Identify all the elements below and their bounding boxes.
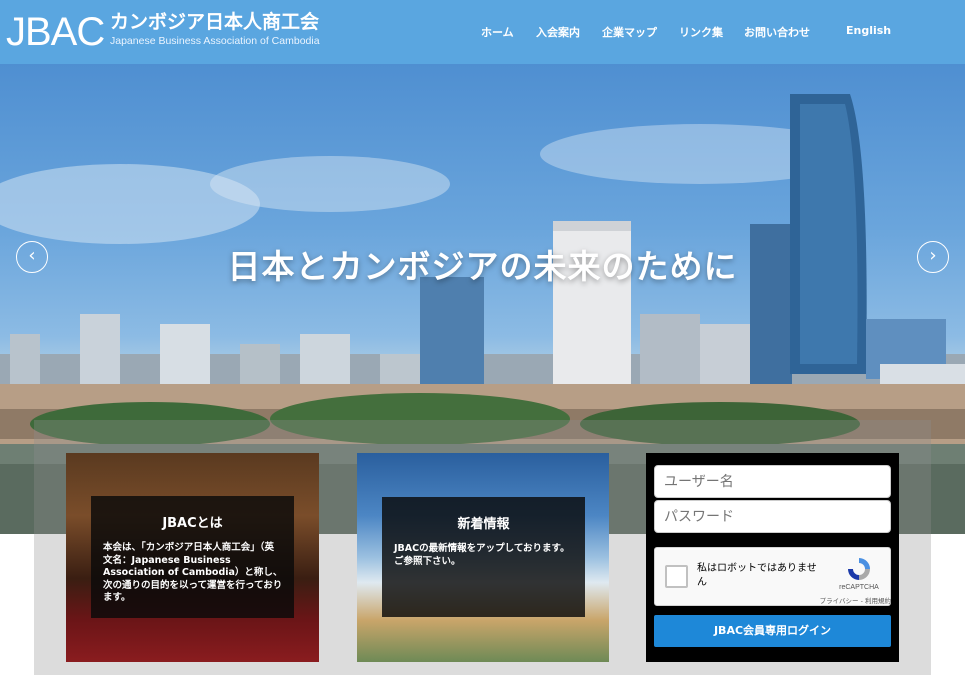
site-header: JBAC カンボジア日本人商工会 Japanese Business Assoc…: [0, 0, 965, 64]
news-card-overlay: 新着情報 JBACの最新情報をアップしております。ご参照下さい。: [382, 497, 585, 617]
about-card-overlay: JBACとは 本会は、「カンボジア日本人商工会」（英文名：Japanese Bu…: [91, 496, 294, 618]
recaptcha-logo-icon: [848, 558, 870, 580]
username-input[interactable]: [654, 465, 891, 498]
main-nav: ホーム 入会案内 企業マップ リンク集 お問い合わせ English: [0, 24, 965, 42]
recaptcha-widget: 私はロボットではありません reCAPTCHA プライバシー - 利用規約: [654, 547, 891, 606]
member-login-panel: 私はロボットではありません reCAPTCHA プライバシー - 利用規約 JB…: [646, 453, 899, 662]
news-card-text: JBACの最新情報をアップしております。ご参照下さい。: [394, 543, 570, 567]
member-login-button[interactable]: JBAC会員専用ログイン: [654, 615, 891, 647]
nav-membership[interactable]: 入会案内: [536, 24, 580, 40]
about-card-text: 本会は、「カンボジア日本人商工会」（英文名：Japanese Business …: [103, 542, 283, 603]
password-input[interactable]: [654, 500, 891, 533]
slider-prev-button[interactable]: ‹: [16, 241, 48, 273]
nav-home[interactable]: ホーム: [481, 24, 514, 40]
nav-links[interactable]: リンク集: [679, 24, 723, 40]
nav-contact[interactable]: お問い合わせ: [744, 24, 810, 40]
slider-next-button[interactable]: ›: [917, 241, 949, 273]
recaptcha-brand: reCAPTCHA: [839, 584, 879, 591]
news-card-title: 新着情報: [457, 517, 510, 532]
about-card[interactable]: JBACとは 本会は、「カンボジア日本人商工会」（英文名：Japanese Bu…: [66, 453, 319, 662]
news-card[interactable]: 新着情報 JBACの最新情報をアップしております。ご参照下さい。: [357, 453, 609, 662]
recaptcha-privacy-links[interactable]: プライバシー - 利用規約: [795, 595, 891, 605]
recaptcha-checkbox[interactable]: [665, 565, 688, 588]
about-card-title: JBACとは: [162, 516, 223, 531]
nav-company-map[interactable]: 企業マップ: [602, 24, 657, 40]
nav-english[interactable]: English: [846, 24, 891, 37]
hero-title: 日本とカンボジアの未来のために: [227, 247, 738, 286]
recaptcha-label: 私はロボットではありません: [697, 563, 817, 588]
